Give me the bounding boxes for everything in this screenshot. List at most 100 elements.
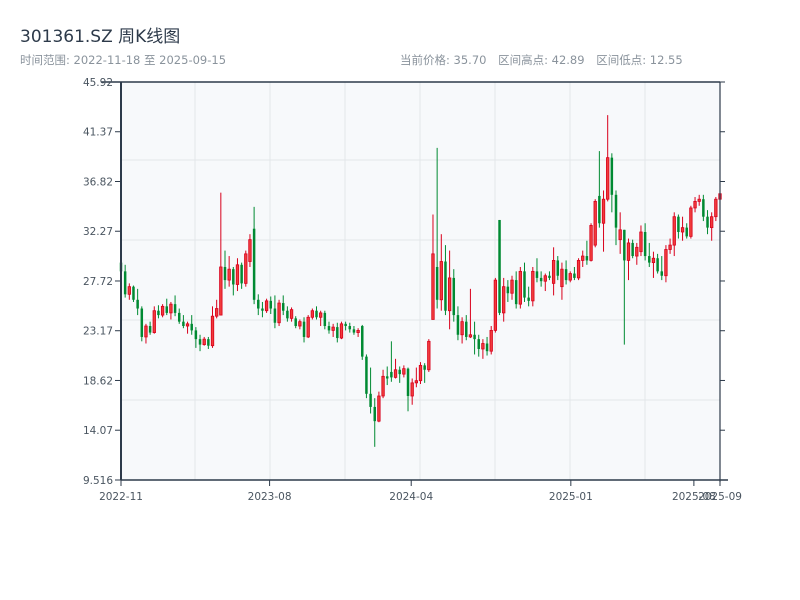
candle-body — [610, 157, 614, 195]
candle-body — [672, 216, 676, 246]
x-tick-label: 2025-09 — [698, 491, 742, 503]
candle-body — [160, 305, 165, 316]
y-tick-label: 27.72 — [83, 276, 113, 288]
y-tick-label: 45.92 — [83, 77, 113, 89]
candle-body — [123, 271, 127, 295]
candle-body — [352, 329, 356, 333]
candle-body — [418, 364, 423, 382]
candle-body — [348, 326, 352, 330]
candle-body — [551, 260, 556, 284]
candle-body — [215, 308, 219, 317]
candle-body — [714, 198, 718, 218]
candle-body — [444, 261, 447, 311]
candle-body — [344, 323, 347, 327]
candle-body — [194, 330, 198, 340]
candle-body — [339, 323, 344, 339]
candle-body — [518, 270, 522, 305]
candle-body — [431, 253, 435, 320]
candle-body — [710, 216, 714, 229]
candle-body — [273, 308, 277, 323]
candle-body — [369, 393, 372, 407]
candle-body — [132, 286, 135, 300]
candle-body — [381, 375, 385, 397]
candle-body — [257, 299, 260, 309]
candle-body — [539, 277, 543, 282]
candle-body — [693, 200, 697, 209]
candle-body — [493, 279, 498, 331]
candle-body — [377, 395, 381, 422]
candle-body — [210, 315, 215, 347]
candle-body — [427, 340, 431, 371]
y-tick-label: 32.27 — [83, 226, 113, 238]
x-tick-label: 2024-04 — [389, 491, 433, 503]
candle-body — [593, 200, 597, 246]
candle-body — [232, 269, 235, 285]
candle-body — [219, 266, 223, 316]
candle-body — [248, 239, 252, 262]
candle-body — [393, 369, 398, 378]
y-tick-label: 41.37 — [83, 127, 113, 139]
candle-body — [535, 271, 539, 278]
candle-body — [506, 286, 510, 294]
candle-body — [385, 376, 389, 379]
candle-body — [589, 225, 593, 261]
candle-body — [177, 312, 181, 322]
candle-body — [406, 368, 410, 396]
candle-body — [556, 260, 560, 276]
candle-body — [423, 365, 426, 370]
candle-body — [643, 231, 647, 257]
candle-body — [706, 216, 709, 228]
candle-body — [626, 242, 631, 261]
candle-body — [310, 310, 314, 318]
candle-body — [414, 380, 418, 384]
candle-body — [460, 321, 464, 336]
candle-body — [127, 286, 131, 295]
candle-body — [240, 264, 243, 284]
candle-body — [485, 343, 489, 352]
candle-body — [560, 268, 564, 288]
candle-body — [289, 309, 294, 319]
candle-body — [365, 356, 368, 394]
candle-body — [165, 306, 169, 313]
candle-body — [452, 277, 456, 316]
candle-body — [465, 321, 468, 337]
candle-body — [635, 246, 639, 257]
candle-body — [498, 219, 501, 313]
candle-body — [468, 334, 473, 338]
candle-body — [269, 300, 272, 309]
y-tick-label: 18.62 — [83, 375, 113, 387]
candle-body — [252, 228, 256, 300]
candle-body — [651, 257, 656, 264]
candle-body — [527, 297, 530, 301]
candle-body — [573, 273, 576, 278]
candle-body — [489, 329, 493, 352]
candle-body — [331, 326, 335, 331]
candle-body — [656, 258, 659, 272]
candle-body — [447, 277, 452, 312]
candle-body — [689, 207, 693, 237]
candle-body — [277, 302, 281, 324]
candle-body — [148, 326, 152, 333]
candle-body — [264, 300, 269, 312]
candle-body — [185, 323, 190, 327]
candle-body — [456, 315, 460, 335]
candle-body — [664, 249, 668, 277]
candle-body — [223, 266, 227, 281]
candle-body — [144, 325, 148, 338]
y-tick-label: 23.17 — [83, 326, 113, 338]
candle-body — [336, 327, 339, 339]
candle-body — [136, 299, 139, 309]
candle-body — [680, 227, 685, 233]
candle-body — [261, 308, 264, 311]
candle-body — [502, 286, 506, 314]
candle-body — [639, 231, 643, 253]
candle-body — [182, 321, 185, 327]
candle-body — [677, 216, 680, 232]
candle-body — [327, 326, 331, 331]
candle-body — [581, 255, 585, 261]
candle-body — [356, 329, 360, 333]
candle-body — [298, 321, 302, 327]
candle-body — [157, 310, 160, 316]
candle-body — [598, 195, 601, 224]
candle-body — [623, 229, 626, 261]
